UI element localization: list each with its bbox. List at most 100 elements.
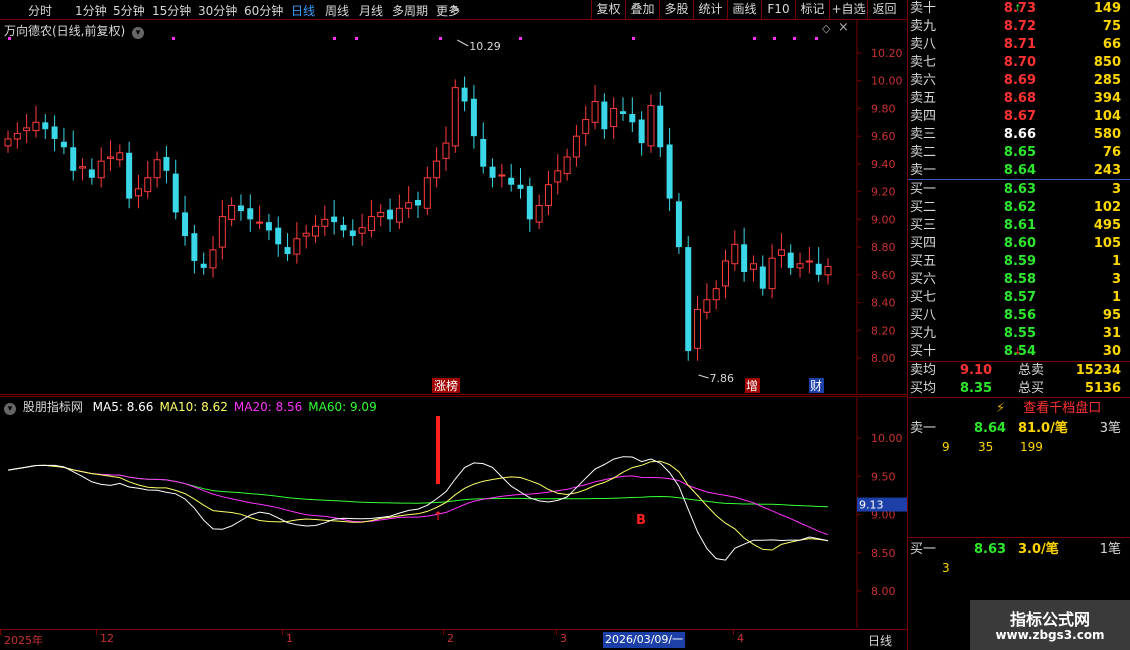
period-tab[interactable]: 月线 (359, 2, 383, 19)
toolbar-button[interactable]: F10 (761, 0, 795, 19)
candle (787, 244, 794, 275)
period-tab[interactable]: 分时 (28, 2, 52, 19)
candle (191, 224, 198, 274)
candle (722, 249, 729, 299)
order-book-row[interactable]: 买七 8.57 1 (908, 289, 1130, 307)
candle (647, 94, 655, 153)
candle (395, 194, 403, 230)
order-volume: 104 (1093, 109, 1121, 124)
chevron-down-icon[interactable]: ▾ (4, 403, 16, 415)
candle (470, 84, 477, 149)
avg-buy-label: 买均 (910, 381, 937, 396)
period-label[interactable]: 日线 (868, 632, 892, 649)
order-book-row[interactable]: 卖六 8.69 285 (908, 72, 1130, 90)
period-tab[interactable]: 30分钟 (198, 2, 237, 19)
cai-tag: 财 (810, 379, 822, 393)
close-icon[interactable]: × (838, 20, 849, 35)
order-volume: 1 (1111, 290, 1121, 305)
order-book-row[interactable]: 卖八 8.71 66 (908, 36, 1130, 54)
order-book-divider (908, 179, 1130, 180)
period-tab[interactable]: 日线 (291, 2, 315, 19)
candle (815, 247, 822, 282)
order-level-label: 买八 (910, 308, 937, 323)
candle (42, 114, 49, 139)
order-book-row[interactable]: 买十 8.54 ↓ 30 (908, 343, 1130, 361)
total-sell-label: 总卖 (1018, 363, 1045, 378)
order-book-row[interactable]: 卖十 8.73 ↑ 149 (908, 0, 1130, 18)
toolbar-button[interactable]: +自选 (829, 0, 867, 19)
candle (405, 186, 413, 218)
candle (302, 224, 310, 249)
order-volume: 1 (1111, 254, 1121, 269)
toolbar-button[interactable]: 复权 (591, 0, 625, 19)
diamond-icon[interactable]: ◇ (822, 22, 830, 35)
event-dot (632, 37, 635, 40)
toolbar-button[interactable]: 画线 (727, 0, 761, 19)
period-tab[interactable]: 周线 (325, 2, 349, 19)
candle (237, 194, 244, 221)
toolbar-button[interactable]: 叠加 (625, 0, 659, 19)
order-book-row[interactable]: 买四 8.60 105 (908, 235, 1130, 253)
candle (88, 158, 95, 185)
high-pointer (457, 39, 469, 47)
buy1-detail-count: 1笔 (1099, 542, 1121, 557)
cursor-date: 2026/03/09/一 (603, 632, 686, 648)
order-book-row[interactable]: 买五 8.59 1 (908, 253, 1130, 271)
high-price-label: 10.29 (469, 40, 501, 53)
toolbar-button[interactable]: 多股 (659, 0, 693, 19)
order-book-row[interactable]: 卖三 8.66 580 (908, 126, 1130, 144)
depth-button[interactable]: ⚡ 查看千档盘口 (996, 400, 1101, 418)
order-price: 8.69 (1003, 73, 1036, 88)
candle (275, 216, 282, 257)
order-book-row[interactable]: 买一 8.63 3 (908, 181, 1130, 199)
period-tab[interactable]: 多周期 (392, 2, 428, 19)
chevron-down-icon[interactable]: ▾ (132, 27, 145, 39)
order-book-row[interactable]: 买二 8.62 102 (908, 199, 1130, 217)
candle (461, 76, 468, 112)
candle (582, 105, 590, 146)
order-book-row[interactable]: 卖五 8.68 394 (908, 90, 1130, 108)
order-book-row[interactable]: 买八 8.56 95 (908, 307, 1130, 325)
candle (247, 194, 254, 232)
indicator-axis-label: 10.00 (871, 432, 903, 445)
order-volume: 243 (1093, 163, 1121, 178)
ma-legend-item: MA10: 8.62 (159, 400, 228, 414)
order-book-row[interactable]: 买三 8.61 495 (908, 217, 1130, 235)
toolbar-button[interactable]: 返回 (867, 0, 901, 19)
order-price: 8.60 (1003, 236, 1036, 251)
event-dot (815, 37, 818, 40)
order-book-row[interactable]: 卖四 8.67 104 (908, 108, 1130, 126)
period-tab[interactable]: 1分钟 (75, 2, 107, 19)
time-axis-label: 1 (286, 632, 293, 645)
order-book-row[interactable]: 买六 8.58 3 (908, 271, 1130, 289)
order-book-row[interactable]: 卖二 8.65 76 (908, 144, 1130, 162)
candlestick-chart[interactable]: 10.20 10.00 9.80 9.60 9.40 9.20 9.00 8.80 8.60 8.… (0, 20, 907, 395)
order-book-row[interactable]: 卖九 8.72 75 (908, 18, 1130, 36)
time-axis-label: 4 (737, 632, 744, 645)
sell1-detail-label: 卖一 (910, 421, 937, 436)
toolbar-button[interactable]: 标记 (795, 0, 829, 19)
candle (340, 216, 347, 238)
price-axis-label: 10.00 (871, 75, 903, 88)
order-level-label: 卖四 (910, 109, 937, 124)
stock-title: 万向德农(日线,前复权) ▾ (4, 22, 145, 39)
zeng-tag: 增 (746, 379, 758, 393)
period-tab[interactable]: 5分钟 (113, 2, 145, 19)
candle (657, 91, 664, 157)
chevron-right-icon[interactable]: > (450, 2, 460, 16)
order-volume: 394 (1093, 91, 1121, 106)
period-tab[interactable]: 15分钟 (152, 2, 191, 19)
candle (498, 163, 506, 188)
order-book-row[interactable]: 卖七 8.70 850 (908, 54, 1130, 72)
indicator-chart[interactable]: 10.00 9.50 9.00 8.50 8.00 9.13 ↑ B ▾ 股朋指标网 MA5:… (0, 396, 907, 628)
candle (116, 144, 124, 167)
order-book-row[interactable]: 买九 8.55 31 (908, 325, 1130, 343)
time-axis-tick (556, 630, 557, 635)
indicator-axis-label: 8.00 (871, 585, 896, 598)
order-book-row[interactable]: 卖一 8.64 243 (908, 162, 1130, 180)
price-axis-label: 8.60 (871, 269, 896, 282)
period-tab[interactable]: 60分钟 (244, 2, 283, 19)
toolbar-button[interactable]: 统计 (693, 0, 727, 19)
candle (703, 283, 711, 320)
candle (331, 199, 338, 235)
